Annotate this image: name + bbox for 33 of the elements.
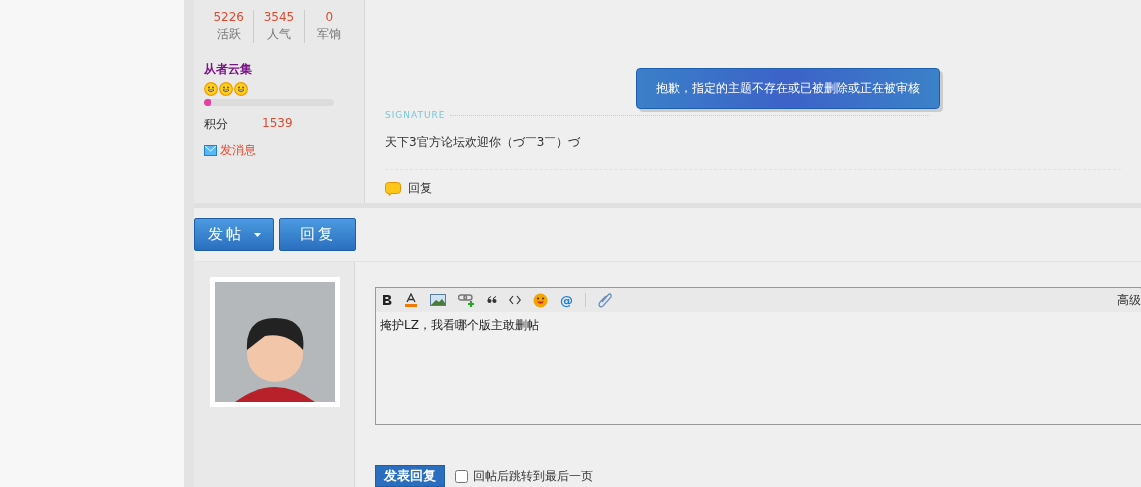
stat-value: 0 (325, 10, 334, 24)
jump-to-last-page-label: 回帖后跳转到最后一页 (473, 467, 593, 485)
jump-to-last-page-checkbox[interactable] (455, 469, 468, 483)
submit-reply-button[interactable]: 发表回复 (375, 465, 445, 487)
paperclip-icon[interactable] (598, 292, 612, 308)
points-label: 积分 (204, 116, 228, 133)
text-color-icon[interactable] (404, 293, 418, 307)
smiley-icon (219, 82, 233, 96)
post-button[interactable]: 发帖 (194, 218, 274, 251)
error-toast: 抱歉，指定的主题不存在或已被删除或正在被审核 (636, 68, 940, 109)
smiley-icon[interactable] (533, 292, 548, 308)
bold-icon[interactable] (382, 294, 392, 306)
signature-text: 天下3官方论坛欢迎你（づ￣3￣）づ (385, 134, 582, 151)
reply-link[interactable]: 回复 (385, 180, 432, 197)
stat-label: 人气 (267, 26, 291, 43)
code-icon[interactable] (509, 295, 521, 305)
points-value: 1539 (262, 116, 293, 132)
advanced-mode-link[interactable]: 高级 (1117, 291, 1141, 309)
link-icon[interactable] (458, 293, 475, 307)
stat-value: 5226 (213, 10, 244, 24)
signature-heading: SIGNATURE (385, 110, 446, 120)
post-button[interactable]: 回复 (279, 218, 356, 251)
quote-icon[interactable] (487, 296, 497, 304)
user-name[interactable]: 从者云集 (204, 61, 354, 78)
reply-editor[interactable]: @ 高级 掩护LZ，我看哪个版主敢删帖 (375, 287, 1141, 425)
stat-value: 3545 (263, 10, 295, 24)
stat-label: 军饷 (317, 26, 342, 43)
speech-bubble-icon (385, 181, 401, 196)
smiley-icon (234, 82, 248, 96)
image-icon[interactable] (430, 294, 446, 306)
smiley-icon (204, 82, 218, 96)
stat-label: 活跃 (216, 26, 241, 43)
envelope-icon (204, 145, 217, 156)
